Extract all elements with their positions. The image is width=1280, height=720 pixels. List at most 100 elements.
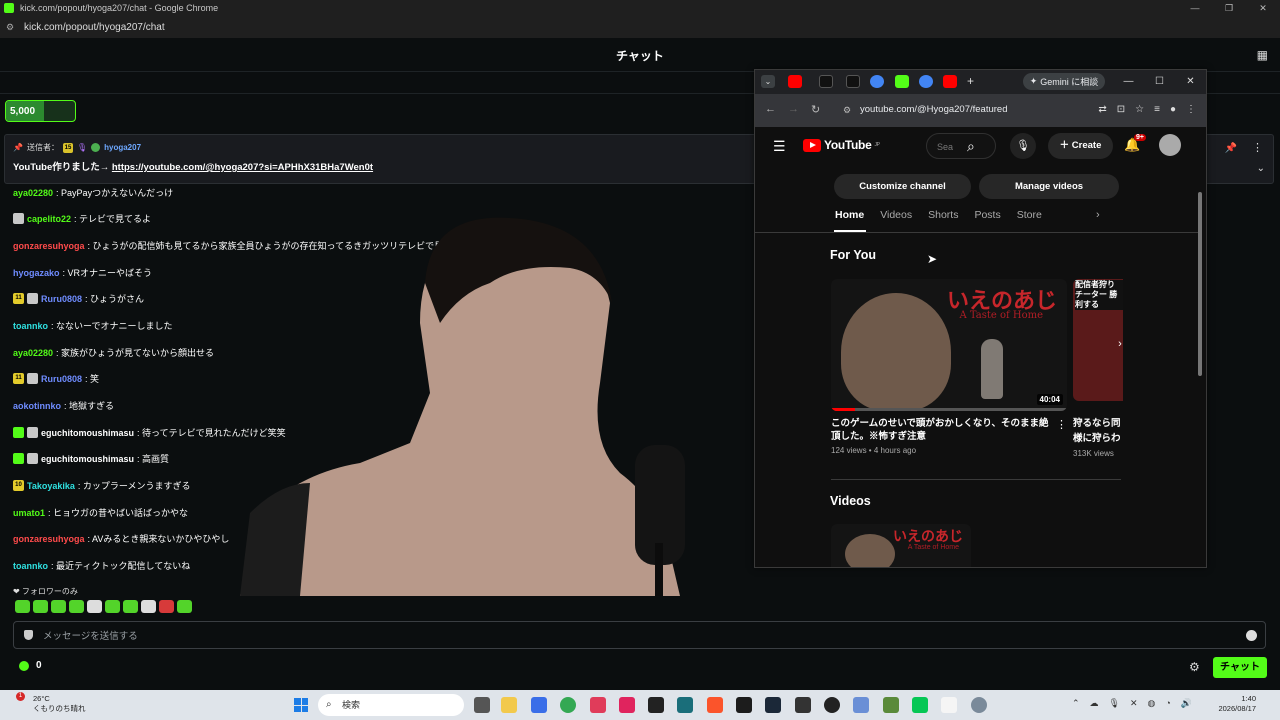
app-icon[interactable] [853, 697, 869, 713]
chrome-icon[interactable] [560, 697, 576, 713]
chat-username[interactable]: gonzaresuhyoga [13, 241, 85, 251]
unpin-icon[interactable]: 📌 [1225, 143, 1237, 154]
popup-maximize-button[interactable]: ☐ [1144, 70, 1175, 94]
chat-username[interactable]: toannko [13, 561, 48, 571]
emote-icon[interactable] [87, 600, 102, 613]
emote-icon[interactable] [177, 600, 192, 613]
chat-username[interactable]: Takoyakika [27, 481, 75, 491]
chat-username[interactable]: eguchitomoushimasu [41, 428, 134, 438]
create-button[interactable]: ＋ Create [1048, 133, 1113, 159]
tab-tiktok[interactable] [819, 75, 833, 88]
taskbar-search[interactable]: ⌕ 検索 [318, 694, 464, 716]
chat-username[interactable]: gonzaresuhyoga [13, 534, 85, 544]
tab-home[interactable]: Home [835, 209, 864, 221]
outer-url[interactable]: kick.com/popout/hyoga207/chat [24, 22, 165, 33]
video-2-title[interactable]: 狩るなら同 [1073, 417, 1123, 430]
video-2-title-line2[interactable]: 様に狩らわ [1073, 430, 1123, 444]
clock[interactable]: 1:40 2026/08/17 [1218, 694, 1256, 714]
file-explorer-icon[interactable] [501, 697, 517, 713]
install-icon[interactable]: ⊡ [1117, 104, 1125, 115]
chat-username[interactable]: aya02280 [13, 348, 53, 358]
tray-app-icon[interactable]: ◍ [1148, 698, 1156, 709]
profile-icon[interactable]: ● [1170, 104, 1176, 115]
tray-app-icon[interactable]: ✕ [1130, 698, 1138, 709]
tab-kick[interactable] [895, 75, 909, 88]
chat-username[interactable]: umato1 [13, 508, 45, 518]
task-view-icon[interactable] [474, 697, 490, 713]
pinned-link[interactable]: https://youtube.com/@hyoga207?si=APHhX31… [112, 162, 373, 173]
windows-start-icon[interactable] [294, 698, 308, 712]
hamburger-menu-icon[interactable]: ☰ [773, 138, 786, 155]
chat-username[interactable]: Ruru0808 [41, 374, 82, 384]
goal-progress[interactable]: 5,000 [5, 100, 76, 122]
video-thumbnail[interactable]: いえのあじ A Taste of Home 40:04 [831, 279, 1067, 411]
volume-icon[interactable]: 🔊 [1181, 698, 1192, 709]
youtube-logo[interactable]: YouTube JP [803, 138, 880, 152]
chat-input[interactable]: メッセージを送信する [13, 621, 1266, 649]
site-settings-icon[interactable]: ⚙ [6, 22, 18, 32]
chat-username[interactable]: aya02280 [13, 188, 53, 198]
search-icon[interactable]: ⌕ [967, 138, 975, 155]
video-menu-icon[interactable]: ⋮ [1056, 418, 1067, 431]
minimize-button[interactable]: — [1178, 0, 1212, 16]
app-icon[interactable] [531, 697, 547, 713]
tab-google[interactable] [870, 75, 884, 88]
close-button[interactable]: ✕ [1246, 0, 1280, 16]
emoji-icon[interactable] [1246, 630, 1257, 641]
terminal-icon[interactable] [648, 697, 664, 713]
emote-icon[interactable] [51, 600, 66, 613]
chat-username[interactable]: hyogazako [13, 268, 60, 278]
chrome-menu-icon[interactable]: ⋮ [1186, 104, 1196, 115]
app-icon[interactable] [677, 697, 693, 713]
emote-icon[interactable] [33, 600, 48, 613]
channel-points[interactable]: 0 [19, 660, 42, 671]
chat-username[interactable]: Ruru0808 [41, 294, 82, 304]
forward-icon[interactable]: → [788, 103, 799, 115]
chat-username[interactable]: eguchitomoushimasu [41, 454, 134, 464]
chevron-up-icon[interactable]: ⌃ [1072, 698, 1080, 709]
app-icon[interactable] [795, 697, 811, 713]
emote-icon[interactable] [159, 600, 174, 613]
back-icon[interactable]: ← [765, 103, 776, 115]
obs-icon[interactable] [824, 697, 840, 713]
tab-videos[interactable]: Videos [880, 209, 912, 221]
emote-icon[interactable] [69, 600, 84, 613]
minecraft-icon[interactable] [883, 697, 899, 713]
chevron-down-icon[interactable]: ⌄ [1257, 163, 1265, 174]
emote-icon[interactable] [141, 600, 156, 613]
maximize-button[interactable]: ❐ [1212, 0, 1246, 16]
line-icon[interactable] [912, 697, 928, 713]
video-title[interactable]: このゲームのせいで頭がおかしくなり、そのまま絶頂した。※怖すぎ注意 [831, 417, 1051, 443]
bookmark-star-icon[interactable]: ☆ [1135, 104, 1144, 115]
weather-widget[interactable]: 1 26°C くもりのち晴れ [16, 692, 86, 714]
steam-icon[interactable] [765, 697, 781, 713]
settings-icon[interactable] [971, 697, 987, 713]
popup-minimize-button[interactable]: — [1113, 70, 1144, 94]
chat-username[interactable]: aokotinnko [13, 401, 61, 411]
app-icon[interactable] [590, 697, 606, 713]
voice-search-icon[interactable]: 🎙 [1010, 133, 1036, 159]
gear-icon[interactable]: ⚙ [1189, 660, 1200, 674]
manage-videos-button[interactable]: Manage videos [979, 174, 1119, 199]
chat-username[interactable]: toannko [13, 321, 48, 331]
brave-icon[interactable] [707, 697, 723, 713]
customize-channel-button[interactable]: Customize channel [834, 174, 971, 199]
send-chat-button[interactable]: チャット [1213, 657, 1267, 678]
tabs-chevron-right-icon[interactable]: › [1096, 209, 1100, 221]
tab-tiktok-2[interactable] [846, 75, 860, 88]
tab-google-2[interactable] [919, 75, 933, 88]
users-icon[interactable]: ▦ [1257, 48, 1268, 62]
tab-shorts[interactable]: Shorts [928, 209, 958, 221]
app-icon[interactable] [736, 697, 752, 713]
carousel-next-icon[interactable]: › [1112, 332, 1128, 356]
app-icon[interactable] [941, 697, 957, 713]
tab-store[interactable]: Store [1017, 209, 1042, 221]
translate-icon[interactable]: ⇄ [1098, 104, 1106, 115]
tiktok-icon[interactable] [619, 697, 635, 713]
new-tab-icon[interactable]: + [967, 75, 981, 88]
tab-list-icon[interactable]: ≡ [1154, 104, 1160, 115]
tab-search-icon[interactable]: ⌄ [761, 75, 775, 88]
popup-close-button[interactable]: ✕ [1175, 70, 1206, 94]
youtube-search-input[interactable]: Sea [926, 133, 996, 159]
scrollbar[interactable] [1198, 192, 1202, 376]
